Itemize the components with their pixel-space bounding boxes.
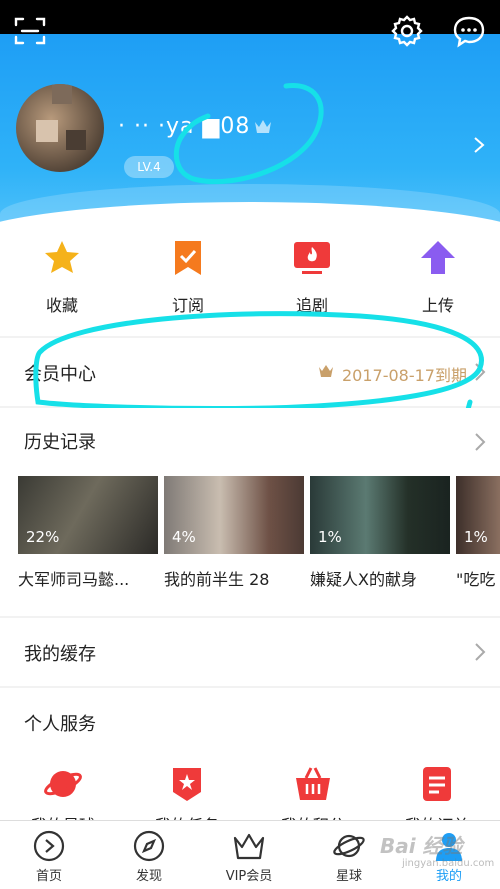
planet-icon [333,834,365,858]
avatar-mosaic-block [52,84,72,104]
watermark-url: jingyan.baidu.com [402,858,495,869]
avatar-mosaic-block [36,120,58,142]
services-title: 个人服务 [24,714,96,735]
history-item-title[interactable]: 嫌疑人X的献身 [310,566,450,590]
tab-label: 发现 [135,869,162,884]
history-thumbnail[interactable]: 1% [456,476,500,554]
history-title: 历史记录 [24,432,96,453]
task-badge-icon [173,768,201,801]
history-progress: 1% [318,528,342,546]
annotation-circle [173,83,324,185]
chevron-right-icon[interactable] [474,432,486,452]
history-progress: 4% [172,528,196,546]
chevron-right-icon [475,643,486,661]
personal-services-section: 个人服务 我的星球 我的任务 我的积分 我的订单 [0,688,500,835]
tv-fire-icon [294,242,330,274]
history-item-title[interactable]: 大军师司马懿... [18,566,158,590]
avatar[interactable] [16,84,104,172]
compass-icon [133,830,165,862]
scan-icon[interactable] [14,16,46,46]
star-icon [45,241,79,273]
basket-icon [296,767,330,800]
message-icon[interactable] [452,14,486,48]
cache-title: 我的缓存 [24,644,96,665]
history-item-title[interactable]: 我的前半生 28 [164,566,304,590]
tab-planet[interactable]: 星球 [314,829,384,884]
gear-icon[interactable] [390,14,424,48]
tab-discover[interactable]: 发现 [114,829,184,884]
avatar-mosaic-block [66,130,86,150]
history-section: 历史记录 22% 4% 1% 1% 大军师司马懿... 我的前半生 28 嫌疑人… [0,408,500,616]
upload-arrow-icon [421,241,455,274]
play-circle-icon [33,830,65,862]
watermark-logo: Bai 经验 [380,834,463,858]
history-thumbnail[interactable]: 22% [18,476,158,554]
bookmark-check-icon [175,241,201,275]
crown-icon [233,833,265,860]
history-progress: 1% [464,528,488,546]
status-bar [0,0,500,34]
cache-row[interactable]: 我的缓存 [0,618,500,686]
planet-icon [44,771,82,797]
tab-home[interactable]: 首页 [14,829,84,884]
tab-label: VIP会员 [225,869,273,884]
tab-label: 首页 [35,869,62,884]
history-thumbnail[interactable]: 4% [164,476,304,554]
tab-label: 星球 [335,869,362,884]
level-badge: LV.4 [124,156,174,178]
order-doc-icon [423,767,451,801]
chevron-right-icon[interactable] [472,136,486,154]
history-thumbnail[interactable]: 1% [310,476,450,554]
history-item-title[interactable]: "吃吃 [456,566,500,590]
history-progress: 22% [26,528,60,546]
tab-vip[interactable]: VIP会员 [214,829,284,884]
